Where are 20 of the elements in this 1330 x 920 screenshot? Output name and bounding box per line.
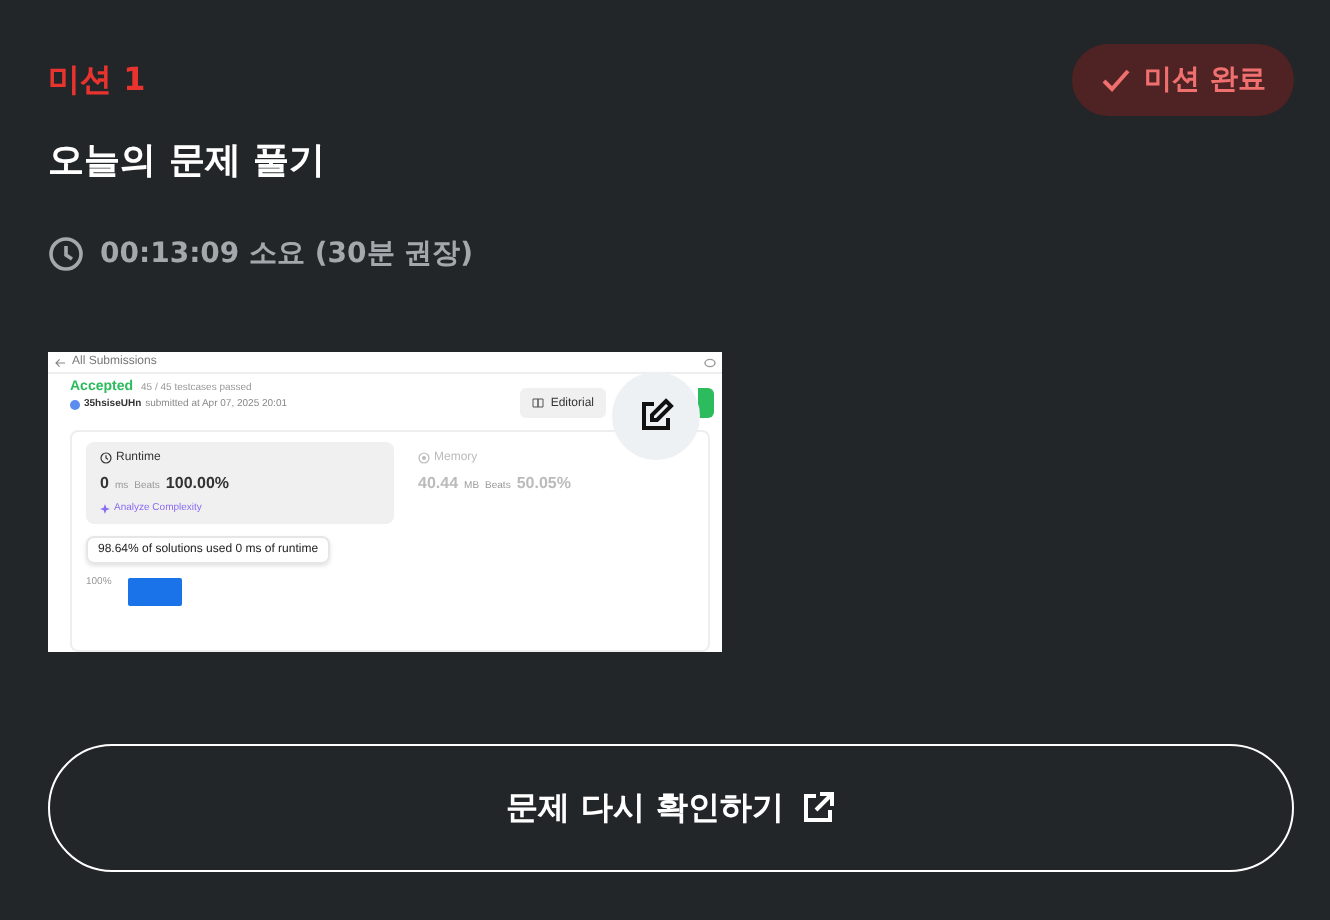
back-arrow-icon (54, 357, 66, 367)
clock-icon (48, 236, 84, 272)
chip-icon (418, 452, 430, 464)
runtime-beats: 100.00% (165, 474, 230, 492)
external-link-icon (800, 790, 837, 826)
edit-icon (636, 396, 676, 436)
mission-title: 오늘의 문제 풀기 (48, 138, 328, 184)
chart-bar (127, 578, 182, 606)
book-icon (532, 398, 545, 408)
recheck-problem-button[interactable]: 문제 다시 확인하기 (48, 744, 1294, 872)
clock-icon (100, 452, 112, 464)
runtime-value: 0 (100, 474, 109, 492)
avatar-icon (70, 399, 80, 409)
memory-value: 40.44 (418, 474, 459, 492)
mission-label: 미션 1 (48, 59, 146, 101)
status-text: 미션 완료 (1144, 62, 1266, 98)
memory-beats: 50.05% (516, 474, 571, 492)
duration-text: 00:13:09 소요 (30분 권장) (100, 236, 474, 272)
check-icon (1100, 64, 1133, 96)
sparkle-icon (100, 503, 110, 513)
